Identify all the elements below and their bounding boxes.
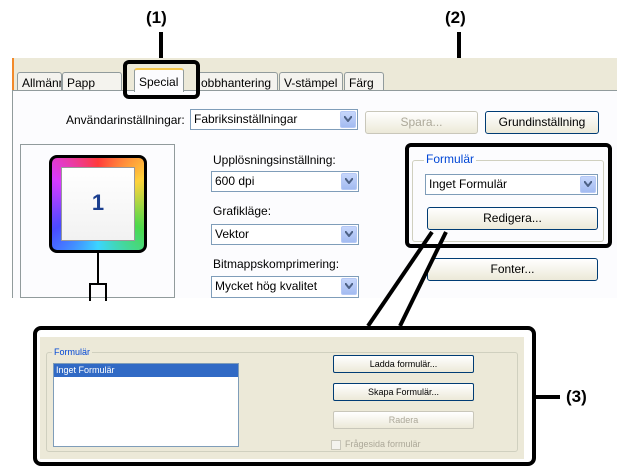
form-dialog: Formulär Inget Formulär Ladda formulär..… bbox=[40, 337, 524, 459]
delete-form-button[interactable]: Radera bbox=[333, 411, 474, 429]
highlight-special-tab bbox=[123, 60, 200, 99]
create-form-button[interactable]: Skapa Formulär... bbox=[333, 383, 474, 401]
query-page-checkbox[interactable] bbox=[331, 440, 341, 450]
query-page-label: Frågesida formulär bbox=[345, 439, 421, 449]
load-form-button[interactable]: Ladda formulär... bbox=[333, 355, 474, 373]
highlight-form-group bbox=[405, 143, 612, 248]
form-list[interactable]: Inget Formulär bbox=[53, 363, 239, 447]
list-item[interactable]: Inget Formulär bbox=[54, 364, 238, 377]
dialog-group-title: Formulär bbox=[52, 347, 93, 357]
